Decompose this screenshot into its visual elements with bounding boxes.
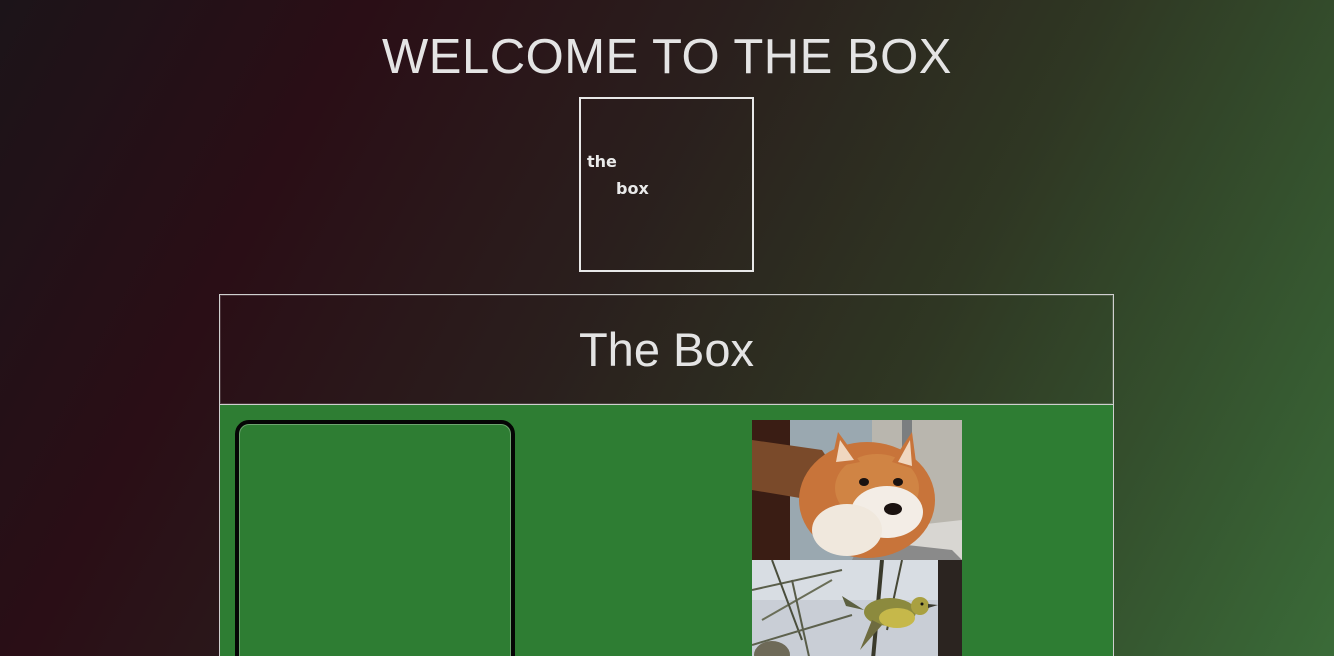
dog-photo <box>752 420 962 560</box>
panel-header: The Box <box>219 294 1114 405</box>
bird-image <box>752 560 962 656</box>
logo: the box <box>579 97 754 272</box>
page-heading: WELCOME TO THE BOX <box>382 30 952 84</box>
dog-image <box>752 420 962 560</box>
logo-word-the: the <box>587 152 617 171</box>
logo-word-box: box <box>616 179 649 198</box>
panel-body <box>219 404 1114 656</box>
bird-photo <box>752 560 962 656</box>
panel-title: The Box <box>578 323 755 376</box>
empty-card <box>235 420 515 656</box>
